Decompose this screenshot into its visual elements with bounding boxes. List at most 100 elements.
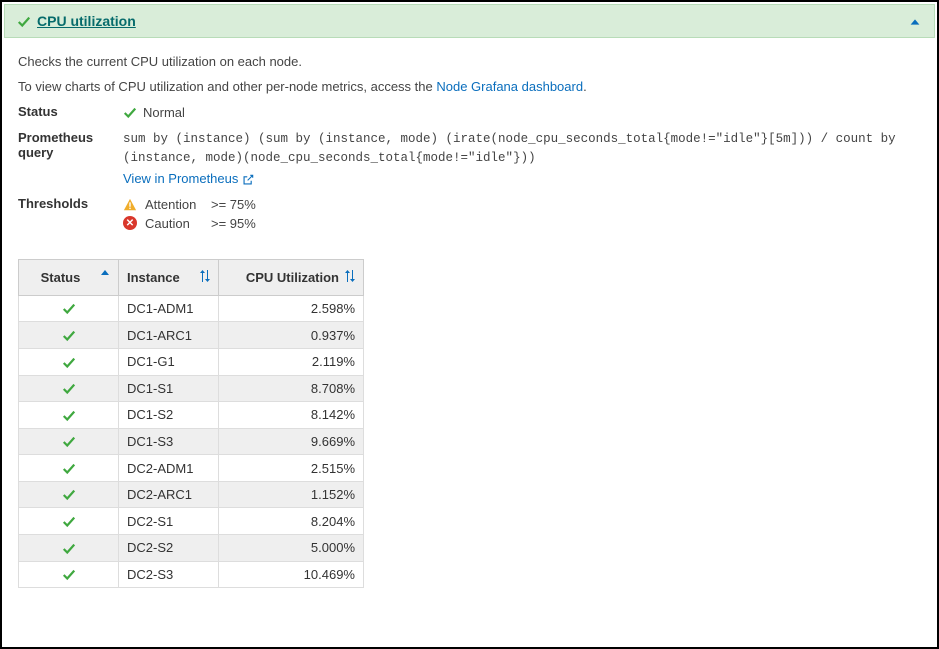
row-instance-cell: DC1-ADM1 — [119, 295, 219, 322]
check-icon — [62, 460, 76, 475]
sort-asc-icon[interactable] — [100, 270, 110, 282]
threshold-caution-value: >= 95% — [211, 216, 256, 231]
prometheus-label: Prometheus query — [18, 130, 123, 160]
row-cpu-cell: 1.152% — [219, 481, 364, 508]
cpu-table: Status Instance CPU Utilization — [18, 259, 364, 588]
row-cpu-cell: 8.708% — [219, 375, 364, 402]
panel-header[interactable]: CPU utilization — [4, 4, 935, 38]
threshold-attention-label: Attention — [145, 197, 203, 212]
thresholds-value: Attention >= 75% ✕ Caution >= 95% — [123, 196, 921, 231]
row-instance-cell: DC2-ADM1 — [119, 455, 219, 482]
row-status-cell — [19, 561, 119, 588]
row-instance-cell: DC2-S3 — [119, 561, 219, 588]
row-status-cell — [19, 349, 119, 376]
row-status-cell — [19, 295, 119, 322]
table-row: DC2-S310.469% — [19, 561, 364, 588]
threshold-caution-label: Caution — [145, 216, 203, 231]
row-cpu-cell: 2.119% — [219, 349, 364, 376]
check-icon — [62, 487, 76, 502]
row-cpu-cell: 5.000% — [219, 534, 364, 561]
row-instance-cell: DC1-S1 — [119, 375, 219, 402]
description-line1: Checks the current CPU utilization on ea… — [18, 54, 921, 69]
row-status-cell — [19, 534, 119, 561]
external-link-icon — [242, 171, 254, 186]
threshold-attention-value: >= 75% — [211, 197, 256, 212]
description-suffix: . — [583, 79, 587, 94]
row-status-cell — [19, 508, 119, 535]
header-cpu-text: CPU Utilization — [246, 270, 339, 285]
row-cpu-cell: 10.469% — [219, 561, 364, 588]
sort-icon[interactable] — [345, 270, 355, 282]
prometheus-value: sum by (instance) (sum by (instance, mod… — [123, 130, 921, 187]
row-status-cell — [19, 481, 119, 508]
row-status-cell — [19, 375, 119, 402]
status-value: Normal — [123, 104, 921, 120]
threshold-caution: ✕ Caution >= 95% — [123, 216, 921, 231]
check-icon — [17, 13, 31, 29]
row-cpu-cell: 2.598% — [219, 295, 364, 322]
thresholds-label: Thresholds — [18, 196, 123, 211]
row-instance-cell: DC1-S2 — [119, 402, 219, 429]
check-icon — [62, 513, 76, 528]
prometheus-row: Prometheus query sum by (instance) (sum … — [18, 130, 921, 187]
row-instance-cell: DC1-ARC1 — [119, 322, 219, 349]
thresholds-row: Thresholds Attention >= 75% ✕ Caution >=… — [18, 196, 921, 231]
sort-icon[interactable] — [200, 270, 210, 282]
check-icon — [62, 434, 76, 449]
status-text: Normal — [143, 105, 185, 120]
check-icon — [123, 104, 137, 120]
error-icon: ✕ — [123, 216, 137, 230]
check-icon — [62, 354, 76, 369]
column-header-cpu[interactable]: CPU Utilization — [219, 259, 364, 295]
table-row: DC1-S39.669% — [19, 428, 364, 455]
check-icon — [62, 540, 76, 555]
grafana-dashboard-link[interactable]: Node Grafana dashboard — [436, 79, 583, 94]
table-header-row: Status Instance CPU Utilization — [19, 259, 364, 295]
table-row: DC2-ARC11.152% — [19, 481, 364, 508]
table-body: DC1-ADM12.598%DC1-ARC10.937%DC1-G12.119%… — [19, 295, 364, 587]
row-status-cell — [19, 322, 119, 349]
row-status-cell — [19, 428, 119, 455]
check-icon — [62, 381, 76, 396]
row-cpu-cell: 8.142% — [219, 402, 364, 429]
column-header-status[interactable]: Status — [19, 259, 119, 295]
table-row: DC1-S18.708% — [19, 375, 364, 402]
row-instance-cell: DC2-S1 — [119, 508, 219, 535]
check-icon — [62, 407, 76, 422]
row-cpu-cell: 2.515% — [219, 455, 364, 482]
row-instance-cell: DC1-S3 — [119, 428, 219, 455]
prometheus-query-code: sum by (instance) (sum by (instance, mod… — [123, 130, 921, 168]
row-cpu-cell: 8.204% — [219, 508, 364, 535]
row-status-cell — [19, 455, 119, 482]
header-status-text: Status — [41, 270, 81, 285]
table-row: DC1-S28.142% — [19, 402, 364, 429]
table-row: DC2-S18.204% — [19, 508, 364, 535]
table-row: DC1-ARC10.937% — [19, 322, 364, 349]
warning-icon — [123, 196, 137, 212]
row-instance-cell: DC2-S2 — [119, 534, 219, 561]
check-icon — [62, 327, 76, 342]
status-label: Status — [18, 104, 123, 119]
threshold-attention: Attention >= 75% — [123, 196, 921, 212]
status-row: Status Normal — [18, 104, 921, 120]
table-row: DC1-G12.119% — [19, 349, 364, 376]
row-instance-cell: DC1-G1 — [119, 349, 219, 376]
table-row: DC2-ADM12.515% — [19, 455, 364, 482]
collapse-icon[interactable] — [908, 13, 922, 29]
row-instance-cell: DC2-ARC1 — [119, 481, 219, 508]
row-cpu-cell: 0.937% — [219, 322, 364, 349]
table-row: DC1-ADM12.598% — [19, 295, 364, 322]
panel-title[interactable]: CPU utilization — [17, 13, 136, 29]
header-instance-text: Instance — [127, 270, 180, 285]
description-line2: To view charts of CPU utilization and ot… — [18, 79, 921, 94]
check-icon — [62, 301, 76, 316]
panel-title-text: CPU utilization — [37, 13, 136, 29]
view-in-prometheus-link[interactable]: View in Prometheus — [123, 171, 254, 186]
panel-body: Checks the current CPU utilization on ea… — [2, 40, 937, 602]
row-cpu-cell: 9.669% — [219, 428, 364, 455]
table-row: DC2-S25.000% — [19, 534, 364, 561]
column-header-instance[interactable]: Instance — [119, 259, 219, 295]
view-prom-text: View in Prometheus — [123, 171, 238, 186]
row-status-cell — [19, 402, 119, 429]
description-prefix: To view charts of CPU utilization and ot… — [18, 79, 436, 94]
